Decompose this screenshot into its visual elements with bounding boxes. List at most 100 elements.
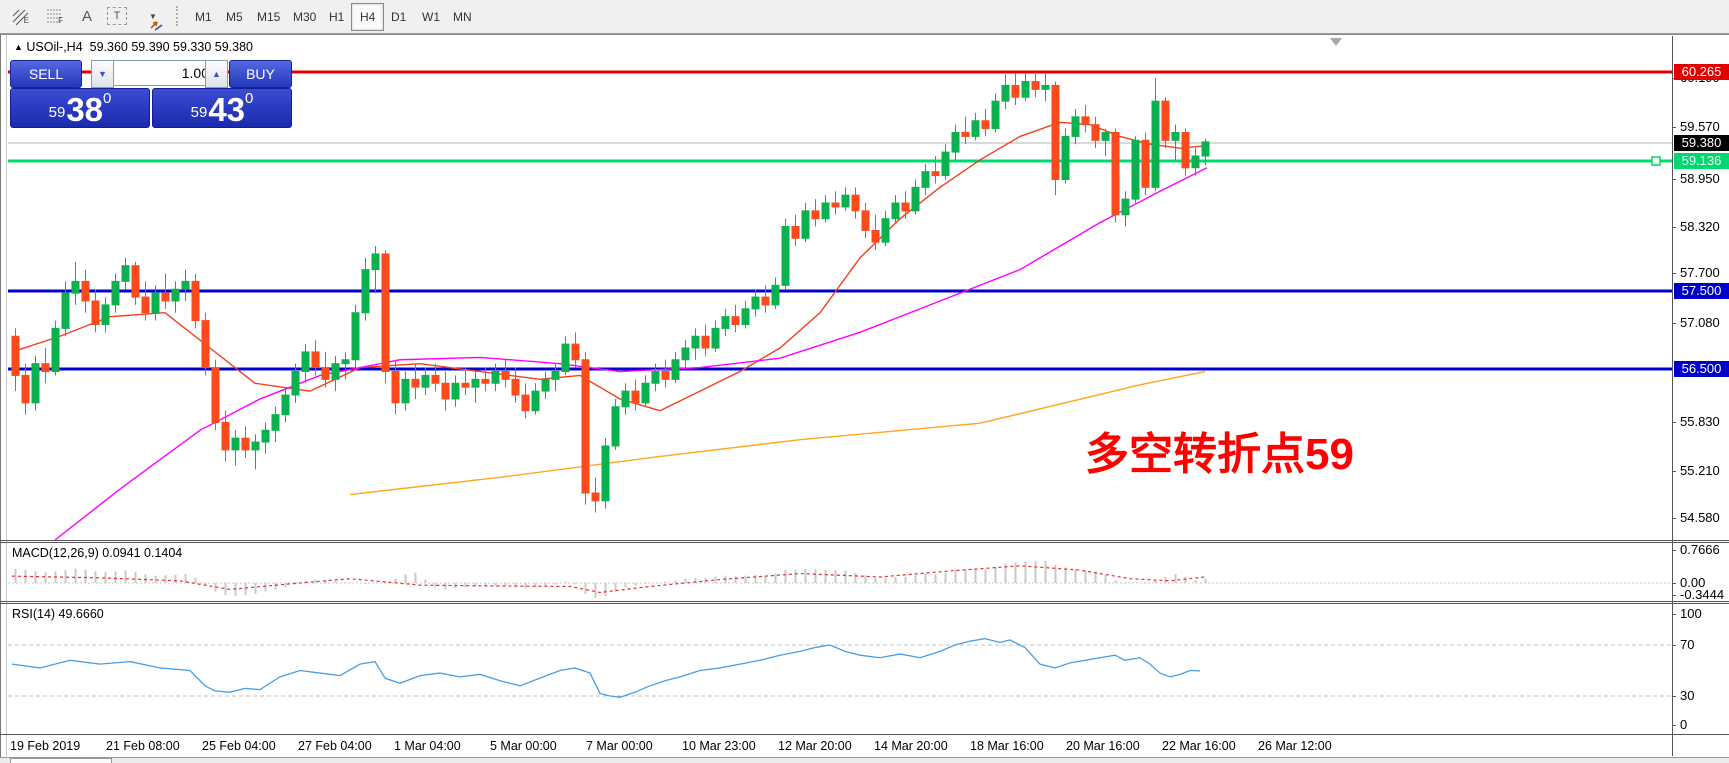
price-axis-label: 0.7666 — [1680, 542, 1720, 557]
timeframe-button-h4[interactable]: H4 — [351, 3, 384, 31]
timeframe-button-h1[interactable]: H1 — [320, 3, 353, 31]
buy-price-prefix: 59 — [191, 100, 208, 126]
price-axis-tick — [1672, 583, 1676, 584]
price-axis-tick — [1672, 323, 1676, 324]
buy-price-main: 43 — [208, 93, 245, 126]
label-tool-button[interactable]: T — [102, 3, 132, 29]
bottom-scrollbar[interactable] — [0, 757, 1729, 763]
price-axis-label: 57.080 — [1680, 315, 1720, 330]
one-click-trading-panel: SELL ▼ ▲ BUY 59380 59430 — [10, 60, 290, 124]
price-axis-tick — [1672, 422, 1676, 423]
sell-price-point: 0 — [103, 91, 111, 106]
sell-price-main: 38 — [66, 93, 103, 126]
buy-button[interactable]: BUY — [229, 60, 292, 88]
price-badge-60.265: 60.265 — [1674, 64, 1729, 80]
main-macd-separator[interactable] — [0, 540, 1729, 541]
date-label: 22 Mar 16:00 — [1162, 739, 1236, 753]
volume-increase-button[interactable]: ▲ — [205, 60, 228, 88]
macd-label: MACD(12,26,9) 0.0941 0.1404 — [12, 546, 182, 560]
rsi-label: RSI(14) 49.6660 — [12, 607, 104, 621]
price-axis-label: 55.210 — [1680, 463, 1720, 478]
text-tool-button[interactable]: A — [72, 3, 102, 29]
price-axis-tick — [1672, 127, 1676, 128]
price-axis-label: 70 — [1680, 637, 1694, 652]
up-arrow-icon: ▲ — [212, 69, 221, 79]
rsi-bottom-border — [0, 734, 1729, 735]
price-axis-label: 30 — [1680, 688, 1694, 703]
price-axis-tick — [1672, 696, 1676, 697]
price-axis-tick — [1672, 518, 1676, 519]
price-axis-label: 58.320 — [1680, 219, 1720, 234]
rsi-line — [12, 639, 1200, 698]
volume-decrease-button[interactable]: ▼ — [91, 60, 114, 88]
chart-text-annotation: 多空转折点59 — [1085, 418, 1354, 482]
price-axis-tick — [1672, 725, 1676, 726]
date-label: 14 Mar 20:00 — [874, 739, 948, 753]
fibonacci-icon: F — [45, 6, 65, 26]
date-label: 21 Feb 08:00 — [106, 739, 180, 753]
price-axis-label: -0.3444 — [1680, 587, 1724, 602]
price-axis-tick — [1672, 645, 1676, 646]
date-label: 5 Mar 00:00 — [490, 739, 557, 753]
toolbar-grip — [176, 6, 182, 26]
macd-panel-plot[interactable] — [8, 543, 1672, 601]
mt4-terminal: E F A T ▼ M1M5M15M30H1H4D1W1MN — [0, 0, 1729, 763]
price-axis-tick — [1672, 550, 1676, 551]
window-left-border-inner — [6, 34, 7, 756]
timeframe-button-d1[interactable]: D1 — [382, 3, 415, 31]
price-badge-59.380: 59.380 — [1674, 135, 1729, 151]
equidistant-channel-icon: E — [11, 6, 31, 26]
bottom-scrollbar-thumb[interactable] — [10, 758, 112, 763]
sell-button[interactable]: SELL — [10, 60, 82, 88]
line-anchor-marker[interactable] — [1652, 157, 1660, 165]
price-axis-line — [1672, 36, 1673, 756]
date-label: 18 Mar 16:00 — [970, 739, 1044, 753]
price-badge-56.500: 56.500 — [1674, 361, 1729, 377]
text-icon: A — [82, 8, 92, 25]
date-label: 25 Feb 04:00 — [202, 739, 276, 753]
price-axis-tick — [1672, 595, 1676, 596]
sell-price-prefix: 59 — [49, 100, 66, 126]
price-badge-57.500: 57.500 — [1674, 283, 1729, 299]
date-label: 27 Feb 04:00 — [298, 739, 372, 753]
price-axis-tick — [1672, 471, 1676, 472]
price-axis-label: 100 — [1680, 606, 1702, 621]
timeframe-button-m5[interactable]: M5 — [217, 3, 252, 31]
toolbar: E F A T ▼ M1M5M15M30H1H4D1W1MN — [0, 0, 1729, 34]
price-axis-label: 59.570 — [1680, 119, 1720, 134]
price-axis-label: 57.700 — [1680, 265, 1720, 280]
date-label: 19 Feb 2019 — [10, 739, 80, 753]
price-axis-tick — [1672, 227, 1676, 228]
date-label: 20 Mar 16:00 — [1066, 739, 1140, 753]
buy-price-point: 0 — [245, 91, 253, 106]
down-arrow-icon: ▼ — [98, 69, 107, 79]
buy-price-tile[interactable]: 59430 — [152, 88, 292, 128]
volume-input[interactable] — [113, 60, 214, 86]
price-axis-label: 58.950 — [1680, 171, 1720, 186]
equidistant-channel-tool-button[interactable]: E — [6, 3, 36, 29]
date-label: 7 Mar 00:00 — [586, 739, 653, 753]
window-left-border — [0, 34, 1, 763]
price-axis-label: 54.580 — [1680, 510, 1720, 525]
price-axis-tick — [1672, 273, 1676, 274]
timeframe-button-m1[interactable]: M1 — [186, 3, 221, 31]
arrow-tools-button[interactable]: ▼ — [134, 3, 170, 29]
price-axis-tick — [1672, 614, 1676, 615]
rsi-panel-plot[interactable] — [8, 604, 1672, 734]
chart-shift-marker[interactable] — [1330, 38, 1342, 46]
macd-rsi-separator[interactable] — [0, 601, 1729, 602]
timeframe-button-mn[interactable]: MN — [444, 3, 481, 31]
label-icon: T — [107, 7, 127, 25]
date-label: 12 Mar 20:00 — [778, 739, 852, 753]
fibonacci-tool-button[interactable]: F — [40, 3, 70, 29]
price-axis-label: 0 — [1680, 717, 1687, 732]
macd-histogram — [16, 561, 1206, 598]
price-axis-label: 55.830 — [1680, 414, 1720, 429]
sell-price-tile[interactable]: 59380 — [10, 88, 150, 128]
date-label: 26 Mar 12:00 — [1258, 739, 1332, 753]
ma-slow-orange — [350, 372, 1205, 495]
date-label: 10 Mar 23:00 — [682, 739, 756, 753]
price-axis-tick — [1672, 179, 1676, 180]
window-top-border — [0, 34, 1729, 35]
ma-mid-magenta — [55, 168, 1207, 540]
